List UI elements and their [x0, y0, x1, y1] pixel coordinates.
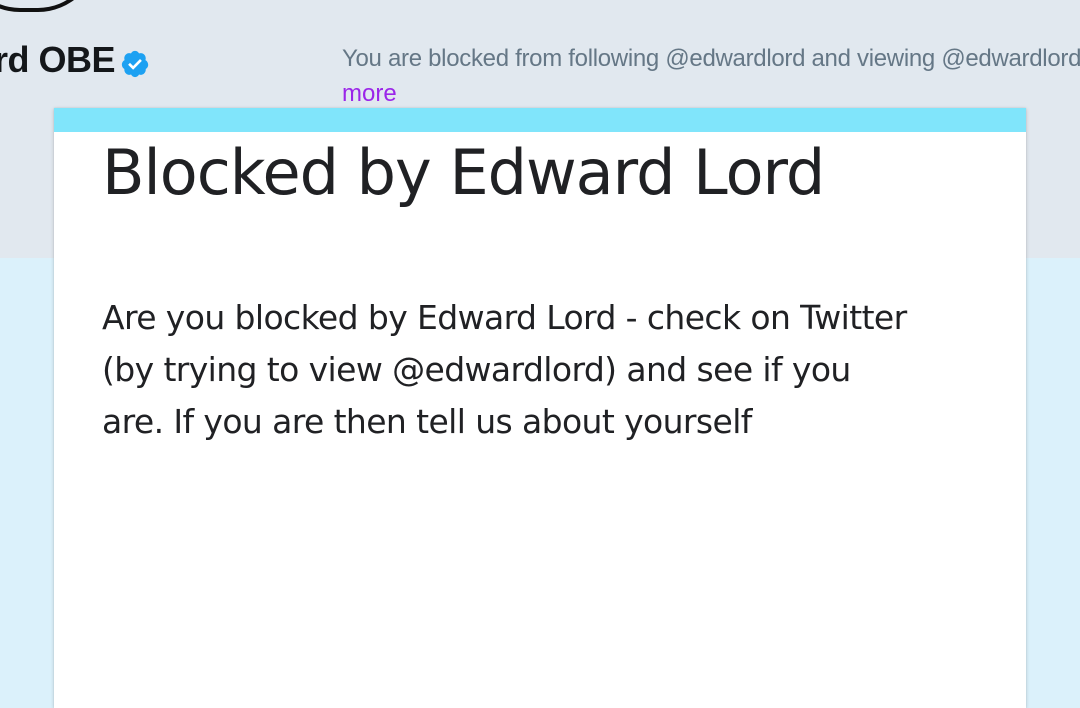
- profile-name-text: rd OBE: [0, 39, 116, 80]
- profile-name: rd OBE: [0, 38, 150, 82]
- verified-badge-icon: [120, 46, 150, 78]
- form-description: Are you blocked by Edward Lord - check o…: [102, 298, 907, 441]
- blocked-notice: You are blocked from following @edwardlo…: [342, 45, 1080, 72]
- form-title: Blocked by Edward Lord: [102, 136, 825, 209]
- more-link[interactable]: more: [342, 80, 397, 108]
